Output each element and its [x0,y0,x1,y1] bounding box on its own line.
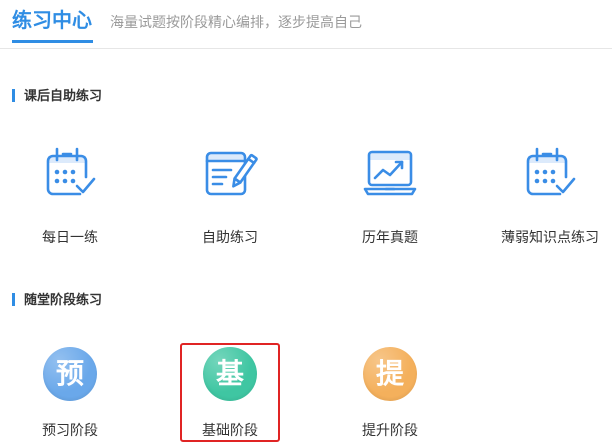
item-label: 提升阶段 [362,422,418,438]
page-title-tab[interactable]: 练习中心 [12,7,92,35]
practice-item-weak-points[interactable]: 薄弱知识点练习 [490,140,610,250]
calendar-check-icon [522,144,578,200]
practice-item-past-exams[interactable]: 历年真题 [330,140,450,250]
calendar-check-icon [42,144,98,200]
stage-badge-basic: 基 [203,347,257,401]
practice-item-daily[interactable]: 每日一练 [10,140,130,250]
header-divider [0,48,612,49]
page-subtitle: 海量试题按阶段精心编排，逐步提高自己 [110,14,362,30]
section-title-self-practice: 课后自助练习 [24,88,103,103]
active-tab-underline [12,40,93,43]
section-marker [12,89,15,102]
item-label: 薄弱知识点练习 [501,229,599,245]
laptop-chart-icon [362,144,418,200]
stage-badge-advanced: 提 [363,347,417,401]
practice-item-self[interactable]: 自助练习 [170,140,290,250]
item-label: 自助练习 [202,229,258,245]
item-label: 预习阶段 [42,422,98,438]
stage-item-advanced[interactable]: 提 提升阶段 [330,343,450,443]
form-pencil-icon [202,144,258,200]
stage-item-basic[interactable]: 基 基础阶段 [170,343,290,443]
section-title-stage-practice: 随堂阶段练习 [24,292,103,307]
item-label: 每日一练 [42,229,98,245]
section-marker [12,293,15,306]
stage-item-preview[interactable]: 预 预习阶段 [10,343,130,443]
item-label: 基础阶段 [202,422,258,438]
stage-badge-preview: 预 [43,347,97,401]
item-label: 历年真题 [362,229,418,245]
